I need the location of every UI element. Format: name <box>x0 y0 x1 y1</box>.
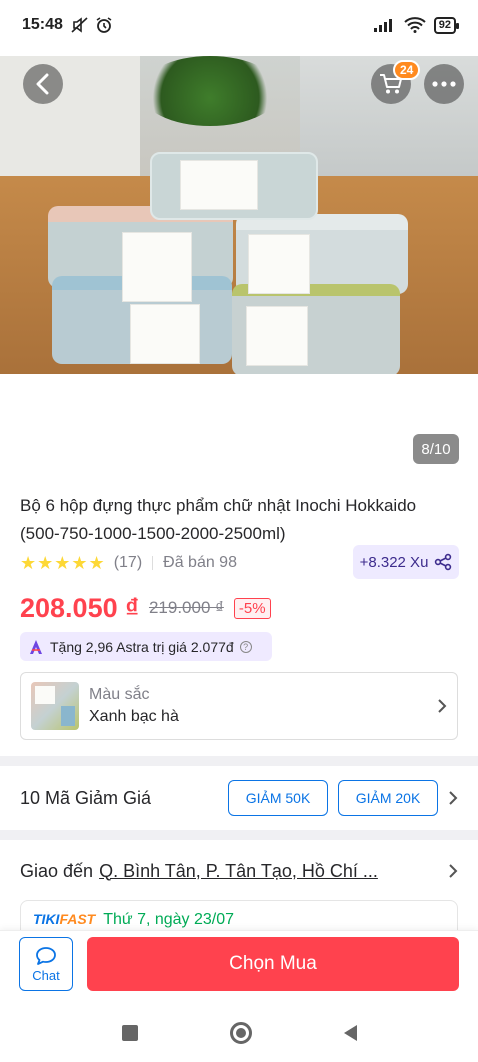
recents-icon[interactable] <box>121 1025 138 1041</box>
status-time: 15:48 <box>22 16 63 33</box>
star-rating: ★★★★★ <box>20 552 106 573</box>
xu-share-chip[interactable]: +8.322 Xu <box>353 545 459 579</box>
review-count[interactable]: (17) <box>114 554 142 572</box>
info-icon[interactable]: ? <box>239 640 252 653</box>
section-separator <box>0 756 478 766</box>
chevron-right-icon <box>438 699 447 713</box>
chevron-right-icon <box>449 791 458 805</box>
rating-row[interactable]: ★★★★★ (17) Đã bán 98 <box>20 551 237 575</box>
price-row: 208.050 ₫ 219.000 ₫ -5% <box>20 590 271 626</box>
delivery-prefix: Giao đến <box>20 860 94 881</box>
chat-bubble-icon <box>36 946 56 965</box>
coupon-50k[interactable]: GIẢM 50K <box>228 780 328 816</box>
delivery-address[interactable]: Q. Bình Tân, P. Tân Tạo, Hồ Chí ... <box>99 861 378 882</box>
alarm-icon <box>96 17 112 33</box>
signal-icon <box>373 19 392 32</box>
variant-thumbnail <box>31 682 79 730</box>
astra-reward[interactable]: Tặng 2,96 Astra trị giá 2.077đ ? <box>20 632 272 661</box>
section-separator <box>0 830 478 840</box>
variant-value: Xanh bạc hà <box>89 708 179 725</box>
delivery-address-row[interactable]: Giao đến Q. Bình Tân, P. Tân Tạo, Hồ Chí… <box>20 856 458 886</box>
status-bar: 15:48 92 <box>0 0 478 50</box>
back-arrow-icon <box>36 73 49 95</box>
product-title: Bộ 6 hộp đựng thực phẩm chữ nhật Inochi … <box>20 496 417 543</box>
home-icon[interactable] <box>229 1022 252 1044</box>
delivery-date: Thứ 7, ngày 23/07 <box>103 911 235 928</box>
mute-icon <box>71 17 88 33</box>
chat-button[interactable]: Chat <box>19 937 73 991</box>
battery-icon: 92 <box>433 16 460 34</box>
tikifast-logo: TIKIFAST <box>33 911 96 927</box>
chat-label: Chat <box>32 967 60 983</box>
back-nav-icon[interactable] <box>343 1025 357 1041</box>
buy-button[interactable]: Chọn Mua <box>87 937 459 991</box>
variant-label: Màu sắc <box>89 686 150 703</box>
image-counter: 8/10 <box>413 434 459 464</box>
more-button[interactable] <box>424 64 464 104</box>
wifi-icon <box>404 17 426 33</box>
chevron-right-icon <box>449 864 458 878</box>
product-image[interactable] <box>0 56 478 374</box>
sold-count: Đã bán 98 <box>163 554 237 571</box>
bottom-action-bar: Chat Chọn Mua <box>0 930 478 1004</box>
astra-text: Tặng 2,96 Astra trị giá 2.077đ <box>50 638 234 655</box>
coupon-row[interactable]: 10 Mã Giảm Giá GIẢM 50K GIẢM 20K <box>20 776 458 820</box>
cart-count-badge: 24 <box>393 60 421 80</box>
share-icon <box>435 553 452 571</box>
divider <box>152 556 154 570</box>
back-button[interactable] <box>23 64 63 104</box>
coupon-20k[interactable]: GIẢM 20K <box>338 780 438 816</box>
coupon-title: 10 Mã Giảm Giá <box>20 787 152 808</box>
current-price: 208.050 ₫ <box>20 592 139 623</box>
variant-selector[interactable]: Màu sắc Xanh bạc hà <box>20 672 458 740</box>
astra-icon <box>30 639 42 654</box>
system-nav-bar <box>0 1004 478 1062</box>
original-price: 219.000 ₫ <box>148 598 224 617</box>
more-icon <box>432 81 456 87</box>
discount-badge: -5% <box>233 597 271 619</box>
xu-value: +8.322 Xu <box>359 553 429 571</box>
